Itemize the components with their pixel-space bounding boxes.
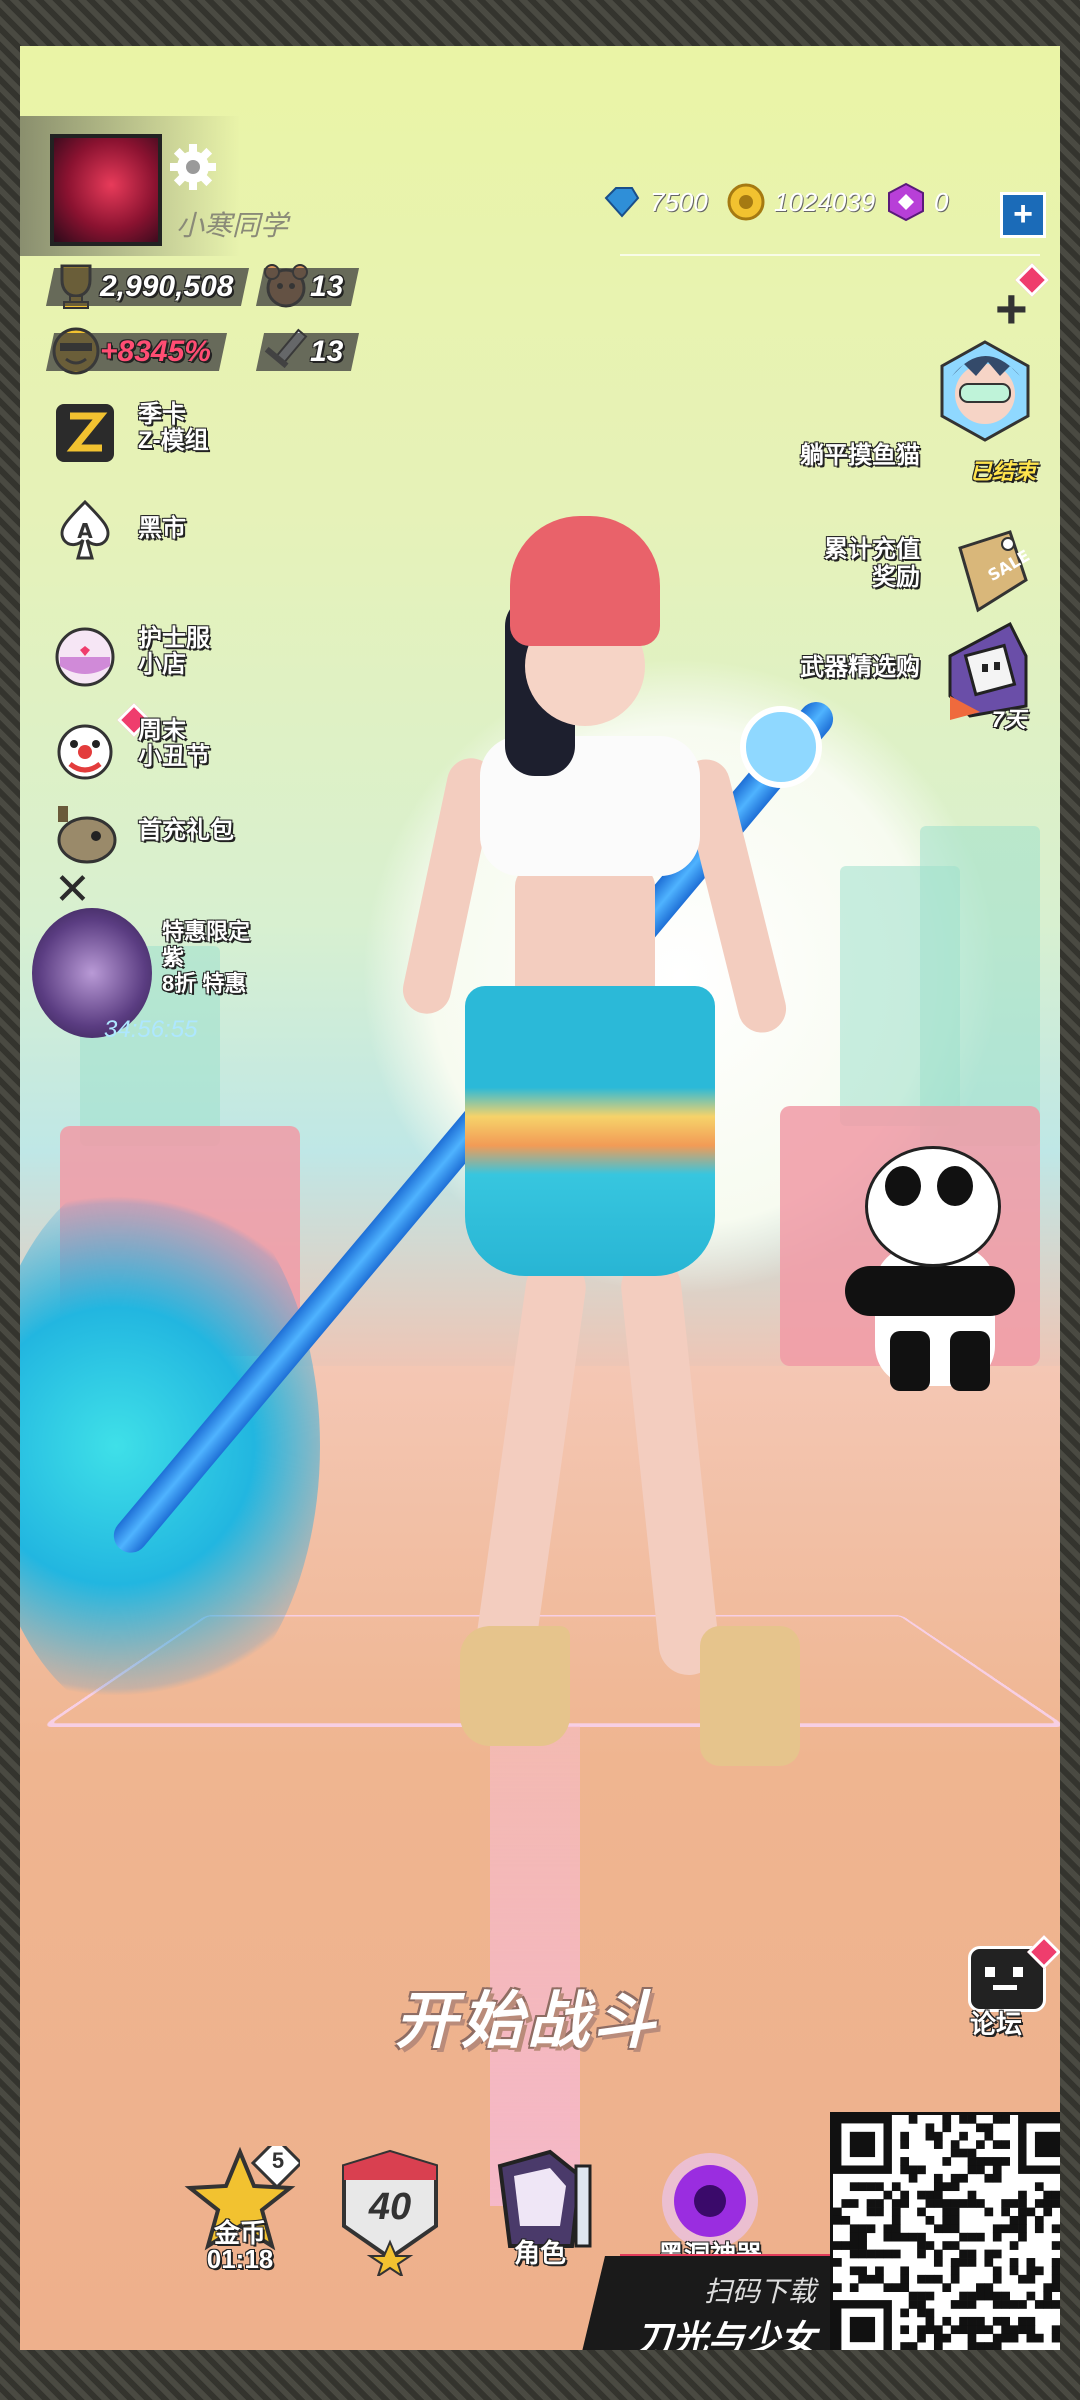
forum-button[interactable]: 论坛	[960, 1935, 1060, 2046]
menu-label: 小丑节	[138, 743, 210, 770]
qr-code[interactable]	[830, 2112, 1060, 2350]
menu-label: 周末	[138, 717, 186, 744]
sale-tag-icon: SALE	[958, 530, 1033, 613]
gear-icon[interactable]	[168, 142, 218, 192]
character-shoe	[700, 1626, 800, 1766]
player-name: 小寒同学	[176, 210, 289, 241]
event-duration: 7天	[991, 707, 1026, 732]
trophy-stat: 2,990,508	[45, 264, 250, 309]
level-number: 40	[368, 2186, 412, 2228]
event-label: 躺平摸鱼猫	[800, 442, 920, 469]
gem-icon	[604, 187, 640, 218]
menu-first-charge-pack[interactable]: 首充礼包	[50, 798, 370, 868]
event-recharge-reward[interactable]: SALE 累计充值 奖励	[640, 518, 1040, 628]
menu-label: 护士服	[138, 625, 210, 652]
nurse-shop-icon	[55, 627, 115, 687]
event-label: 武器精选购	[800, 654, 920, 681]
bear-stat: 13	[255, 264, 360, 308]
coin-reward-label: 金币	[213, 2218, 266, 2248]
character-torso	[515, 866, 655, 1006]
event-label: 奖励	[872, 564, 920, 591]
gem-currency[interactable]: 7500	[602, 182, 708, 222]
menu-label: 黑市	[138, 515, 186, 542]
trophy-count: 2,990,508	[100, 270, 234, 303]
start-battle-button[interactable]: 开始战斗	[395, 1970, 659, 2060]
player-avatar[interactable]	[50, 134, 162, 246]
scan-download-text: 扫码下载	[703, 2276, 816, 2307]
promo-line-3: 8折 特惠	[162, 971, 247, 996]
menu-clown-festival[interactable]: 周末 小丑节	[50, 703, 370, 784]
cube-count: 0	[934, 186, 949, 217]
sword-stat: 13	[255, 328, 360, 373]
panda-eye	[937, 1166, 973, 1206]
bonus-percent: +8345%	[100, 335, 211, 368]
svg-text:A: A	[77, 519, 93, 543]
promo-timer: 34:56:55	[104, 1016, 198, 1043]
coin-count: 1024039	[774, 186, 876, 217]
sword-count: 13	[310, 335, 344, 368]
panda-pet[interactable]	[845, 1146, 1015, 1391]
coin-reward-timer: 01:18	[206, 2244, 274, 2274]
gift-pack-icon	[57, 806, 117, 864]
panda-leg	[890, 1331, 930, 1391]
menu-label: 小店	[138, 651, 186, 678]
role-label: 角色	[513, 2238, 566, 2268]
menu-label: 季卡	[138, 401, 186, 428]
coin-icon	[727, 183, 765, 221]
cube-icon	[888, 182, 924, 222]
cube-currency[interactable]: 0	[886, 182, 948, 222]
panda-leg	[950, 1331, 990, 1391]
event-lazy-fish-cat[interactable]: 躺平摸鱼猫 已结束	[640, 336, 1040, 484]
qr-code-pattern	[833, 2115, 1060, 2350]
coin-currency[interactable]: 1024039	[726, 182, 875, 222]
menu-label: 首充礼包	[138, 817, 234, 844]
bonus-stat: +8345%	[45, 327, 227, 375]
character-skirt	[465, 986, 715, 1276]
character-shoe	[460, 1626, 570, 1746]
gem-count: 7500	[650, 186, 708, 217]
coin-reward-button[interactable]: 5 金币 01:18	[180, 2136, 304, 2286]
character-leg	[618, 1254, 722, 1678]
event-status: 已结束	[969, 459, 1036, 484]
panda-eye	[885, 1166, 921, 1206]
cat-character-icon	[940, 340, 1030, 442]
clown-icon	[57, 724, 113, 780]
promo-offer[interactable]: 特惠限定 紫 8折 特惠 34:56:55	[32, 908, 272, 1048]
spade-icon: A	[60, 499, 110, 560]
z-card-icon	[56, 404, 114, 462]
game-screen: 小寒同学 2,990,508 13 +8345% 13 季卡 Z-模组 A 黑市…	[20, 46, 1060, 2350]
panda-head	[865, 1146, 1001, 1267]
game-title: 刀光与少女	[635, 2318, 816, 2350]
download-banner[interactable]: 扫码下载 刀光与少女	[580, 2256, 830, 2350]
add-currency-button[interactable]: +	[1000, 192, 1046, 238]
currency-divider	[620, 254, 1040, 256]
character-leg	[470, 1253, 590, 1689]
panda-arms	[845, 1266, 1015, 1316]
character-hat	[510, 516, 660, 646]
forum-label: 论坛	[970, 2009, 1023, 2039]
event-weapon-shop[interactable]: 武器精选购 7天	[640, 616, 1040, 732]
event-label: 累计充值	[824, 536, 920, 563]
menu-season-card[interactable]: 季卡 Z-模组	[50, 398, 370, 468]
background-building	[920, 826, 1040, 1146]
menu-label: Z-模组	[138, 427, 209, 454]
level-button[interactable]: 40	[330, 2146, 450, 2286]
bear-count: 13	[310, 270, 344, 303]
coin-reward-badge: 5	[271, 2148, 285, 2173]
role-button[interactable]: 角色	[480, 2146, 600, 2286]
menu-nurse-shop[interactable]: 护士服 小店	[50, 622, 370, 692]
menu-black-market[interactable]: A 黑市	[50, 496, 370, 566]
